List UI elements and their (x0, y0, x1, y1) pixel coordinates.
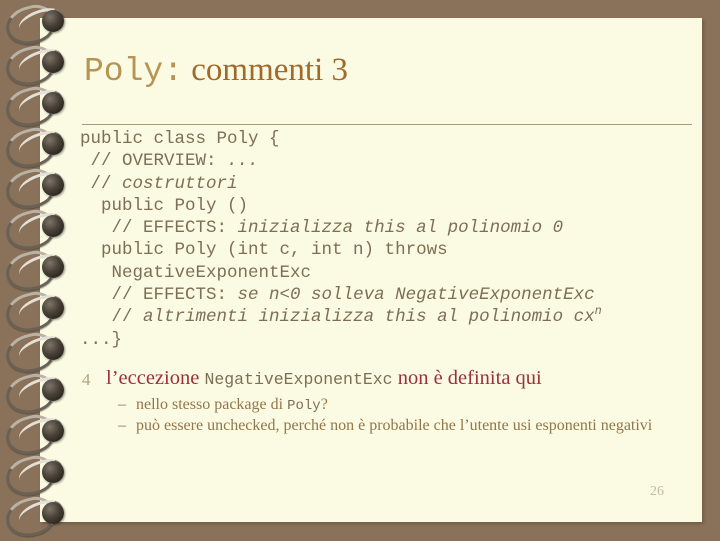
sub-bullet: – può essere unchecked, perché non è prob… (118, 417, 695, 436)
code-comment-text: se n<0 solleva NegativeExponentExc (237, 285, 595, 306)
code-line: // EFFECTS: se n<0 solleva NegativeExpon… (80, 284, 700, 306)
bullet-main: 4 l’eccezione NegativeExponentExc non è … (80, 366, 695, 392)
sub-bullet-marker: – (118, 396, 126, 413)
bullet-list: 4 l’eccezione NegativeExponentExc non è … (80, 366, 695, 436)
code-text: // (111, 307, 144, 328)
code-comment-text: costruttori (122, 173, 238, 194)
code-comment-text: altrimenti inizializza this al polinomio… (143, 307, 595, 328)
code-text: public Poly () (101, 195, 249, 216)
inline-text: ? (320, 396, 328, 413)
code-line: ...} (80, 329, 700, 351)
slide-canvas: Poly: commenti 3 public class Poly { // … (0, 0, 720, 541)
bullet-main-text: l’eccezione NegativeExponentExc non è de… (106, 367, 542, 389)
sub-bullet-marker: – (118, 416, 126, 434)
sub-bullet-text: nello stesso package di Poly? (136, 396, 328, 414)
code-text: // (90, 173, 123, 194)
inline-text: nello stesso package di (136, 396, 288, 413)
code-line: public Poly (int c, int n) throws (80, 239, 700, 261)
inline-code: NegativeExponentExc (204, 370, 393, 389)
page-number: 26 (650, 484, 664, 499)
sub-bullet-list: – nello stesso package di Poly? – può esser… (80, 396, 695, 435)
code-line: NegativeExponentExc (80, 262, 700, 284)
page-title: Poly: commenti 3 (84, 52, 348, 90)
code-text: // OVERVIEW: (90, 151, 228, 172)
code-line: // altrimenti inizializza this al polino… (80, 306, 700, 328)
page-title-serif: commenti 3 (183, 52, 348, 88)
inline-code: Poly (287, 398, 321, 414)
code-line: public class Poly { (80, 128, 700, 150)
code-text: // EFFECTS: (111, 285, 238, 306)
code-comment-text: ... (227, 151, 259, 172)
code-line: // costruttori (80, 173, 700, 195)
inline-text: può essere unchecked, perché non è proba… (136, 416, 653, 434)
code-text: public class Poly { (80, 129, 280, 149)
code-superscript: n (594, 304, 602, 319)
code-text: // EFFECTS: (111, 218, 238, 239)
inline-text: non è definita qui (392, 367, 542, 389)
code-text: ...} (80, 329, 123, 350)
page-title-mono: Poly: (84, 53, 184, 90)
slide-content: Poly: commenti 3 public class Poly { // … (40, 18, 702, 522)
code-line: // OVERVIEW: ... (80, 150, 700, 172)
notebook-page: Poly: commenti 3 public class Poly { // … (40, 18, 702, 522)
code-text: NegativeExponentExc (111, 262, 312, 283)
code-comment-text: inizializza this al polinomio 0 (237, 218, 564, 239)
sub-bullet: – nello stesso package di Poly? (118, 396, 695, 416)
title-divider (82, 124, 692, 125)
code-line: public Poly () (80, 195, 700, 217)
code-line: // EFFECTS: inizializza this al polinomi… (80, 217, 700, 239)
code-text: public Poly (int c, int n) throws (101, 240, 448, 261)
bullet-marker: 4 (82, 370, 91, 389)
sub-bullet-text: può essere unchecked, perché non è proba… (136, 417, 652, 434)
code-block: public class Poly { // OVERVIEW: ... // … (80, 128, 700, 351)
inline-text: l’eccezione (106, 367, 205, 389)
